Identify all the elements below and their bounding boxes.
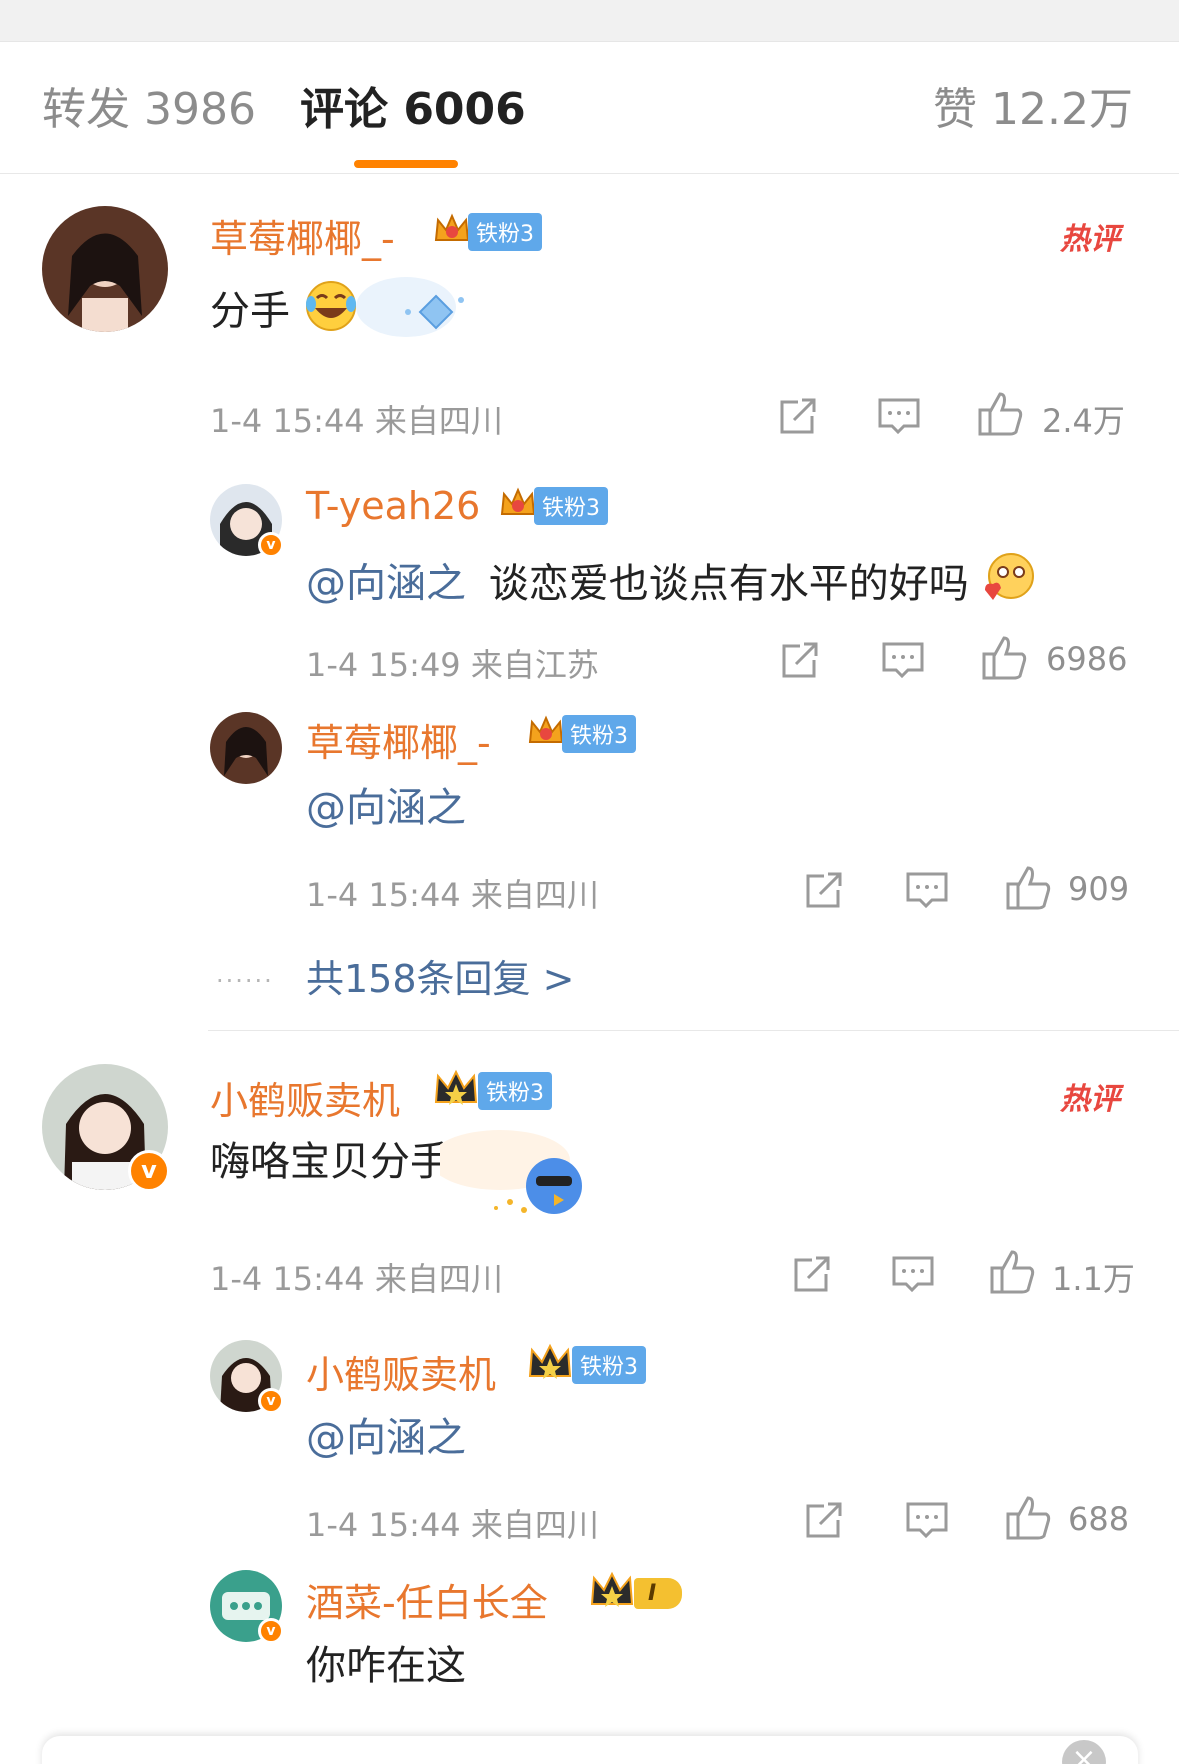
crown-icon [432,210,472,254]
tab-bar: 转发 3986 评论 6006 赞 12.2万 [0,42,1179,174]
tab-comment[interactable]: 评论 6006 [300,82,526,138]
hot-comment-tag: 热评 [1060,222,1120,257]
username[interactable]: 草莓椰椰_- [306,712,491,767]
fan-badge[interactable]: 铁粉3 [526,1342,646,1388]
mention-link[interactable]: @向涵之 [306,1415,466,1461]
username[interactable]: 小鹤贩卖机 [306,1344,496,1399]
username[interactable]: 草莓椰椰_- [210,208,395,263]
like-count: 909 [1068,870,1130,908]
crown-icon [588,1570,636,1616]
share-icon[interactable] [778,638,822,686]
crown-icon [498,484,538,528]
mention-link[interactable]: @向涵之 [306,785,466,831]
comment-text: 分手 [210,278,359,349]
like-icon[interactable] [988,1248,1038,1300]
more-replies-link[interactable]: 共158条回复 > [306,948,574,1003]
more-dots: ...... [216,960,274,988]
diamond-sticker-icon [356,262,476,356]
reply-icon[interactable] [904,1498,950,1546]
username[interactable]: T-yeah26 [306,484,480,528]
fan-badge[interactable]: 铁粉3 [498,484,608,528]
reply-body: 谈恋爱也谈点有水平的好吗 [488,560,969,607]
active-tab-indicator [354,160,458,168]
like-count: 2.4万 [1042,402,1125,440]
fan-badge-label: 铁粉3 [468,213,542,251]
like-icon[interactable] [980,634,1030,686]
comment-text: 嗨咯宝贝分手 [210,1139,450,1185]
tab-like[interactable]: 赞 12.2万 [933,82,1133,138]
username[interactable]: 小鹤贩卖机 [210,1070,400,1125]
share-icon[interactable] [802,1498,846,1546]
crown-icon [526,712,566,756]
comment-body: 分手 [210,288,290,335]
like-icon[interactable] [1004,1494,1054,1546]
share-icon[interactable] [790,1252,834,1300]
close-icon[interactable]: × [1062,1740,1106,1764]
tab-repost[interactable]: 转发 3986 [42,82,256,138]
reply-icon[interactable] [904,868,950,916]
fan-badge-label: 铁粉3 [478,1072,552,1110]
reply-text: @向涵之 谈恋爱也谈点有水平的好吗 [306,550,1037,621]
reply-text: @向涵之 [306,780,466,836]
bottom-sheet: × [42,1736,1138,1764]
like-icon[interactable] [1004,864,1054,916]
reply-text: 你咋在这 [306,1643,466,1689]
avatar[interactable] [210,712,282,784]
reply-meta: 1-4 15:44 来自四川 [306,1506,599,1544]
hot-comment-tag: 热评 [1060,1082,1120,1117]
mention-link[interactable]: @向涵之 [306,561,466,607]
level-badge-label: I [634,1577,683,1609]
laughing-tears-emoji-icon [303,278,359,349]
avatar[interactable] [42,206,168,332]
blushing-heart-emoji-icon [981,550,1037,621]
verified-badge-icon: v [258,1618,284,1644]
fan-badge-label: 铁粉3 [572,1346,646,1384]
status-strip [0,0,1179,42]
like-icon[interactable] [976,390,1026,442]
reply-meta: 1-4 15:44 来自四川 [306,876,599,914]
fan-badge[interactable]: 铁粉3 [432,1068,552,1114]
fan-badge[interactable]: 铁粉3 [432,210,542,254]
reply-text: @向涵之 [306,1410,466,1466]
like-count: 6986 [1046,640,1128,678]
verified-badge-icon: v [258,532,284,558]
username[interactable]: 酒菜-任白长全 [306,1572,548,1627]
reply-icon[interactable] [890,1252,936,1300]
like-count: 1.1万 [1052,1260,1135,1298]
share-icon[interactable] [776,394,820,442]
crown-icon [526,1342,574,1388]
fan-badge[interactable]: 铁粉3 [526,712,636,756]
fan-badge-label: 铁粉3 [534,487,608,525]
reply-icon[interactable] [876,394,922,442]
reply-icon[interactable] [880,638,926,686]
reply-meta: 1-4 15:49 来自江苏 [306,646,599,684]
verified-badge-icon: v [258,1388,284,1414]
level-badge[interactable]: I [588,1570,683,1616]
crown-icon [432,1068,480,1114]
comment-meta: 1-4 15:44 来自四川 [210,402,503,440]
bird-sticker-icon [430,1120,590,1224]
comment-meta: 1-4 15:44 来自四川 [210,1260,503,1298]
share-icon[interactable] [802,868,846,916]
comment-divider [208,1030,1179,1031]
like-count: 688 [1068,1500,1130,1538]
fan-badge-label: 铁粉3 [562,715,636,753]
verified-badge-icon: v [128,1150,170,1192]
